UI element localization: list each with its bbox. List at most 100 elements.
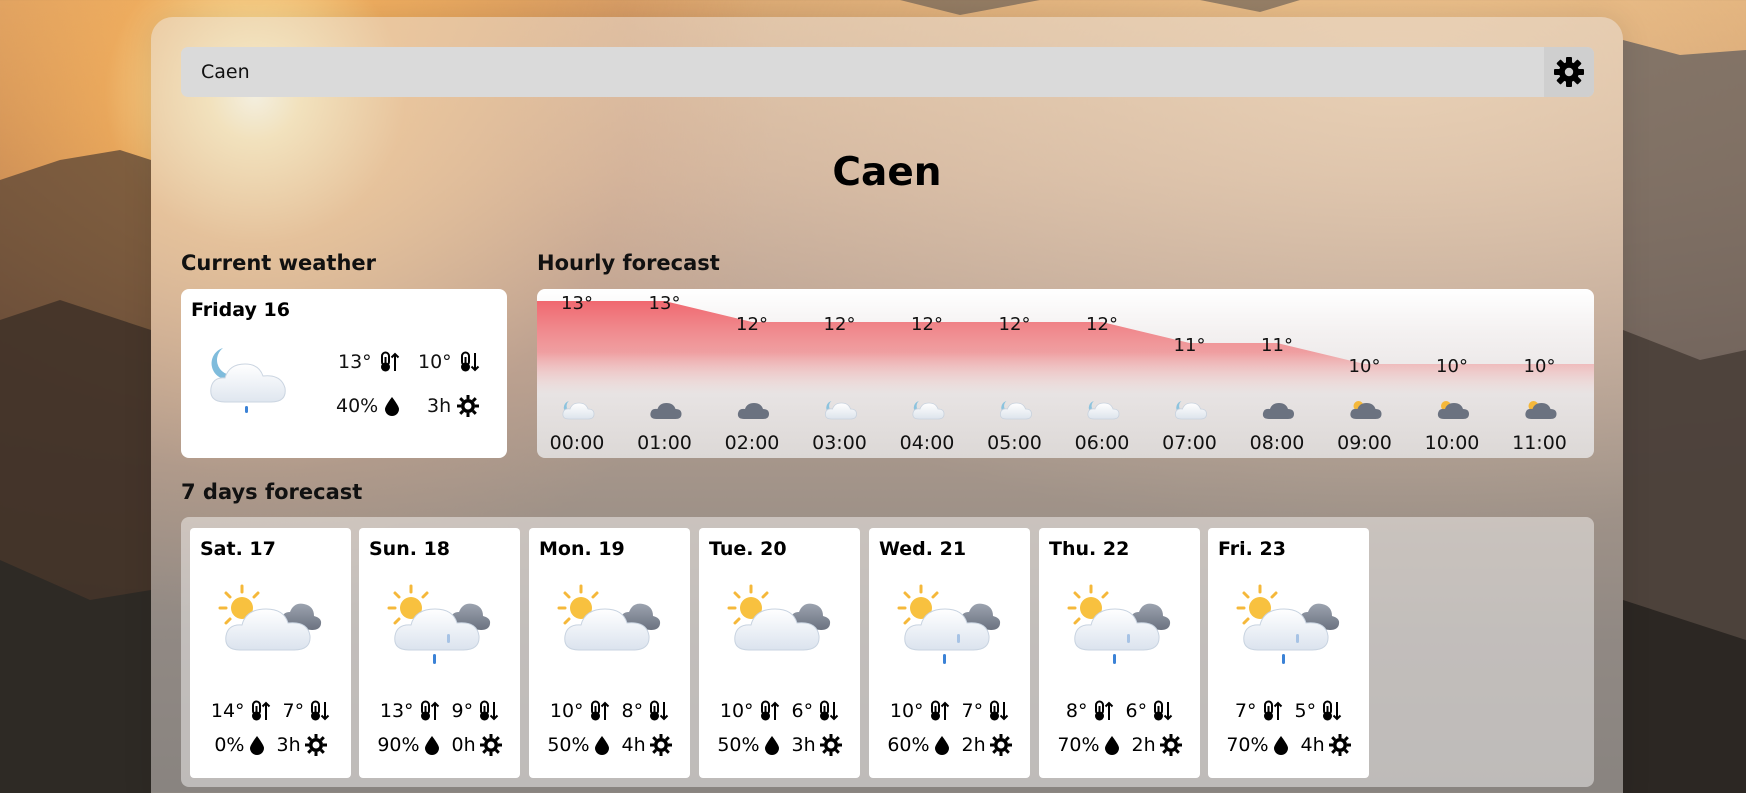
day-extra: 50% 3h xyxy=(699,734,860,756)
hourly-time-label: 00:00 xyxy=(550,432,605,454)
hourly-temperature-chart: 13° 13° 12° 12° 12° 12° 12° 11° 11° 10° 10° 10° 00:… xyxy=(537,293,1594,454)
day-forecast-card: Wed. 21 10° 7° 60% 2h xyxy=(869,528,1030,778)
day-sunshine: 3h xyxy=(277,734,327,756)
thermometer-up-icon xyxy=(760,700,779,721)
droplet-icon xyxy=(594,736,609,755)
day-sunshine: 3h xyxy=(792,734,842,756)
sun-icon xyxy=(649,734,672,756)
day-sunshine: 4h xyxy=(1301,734,1351,756)
partly-cloudy-night-icon xyxy=(999,401,1032,420)
hourly-temp-label: 13° xyxy=(649,293,681,314)
hourly-temp-label: 12° xyxy=(911,314,943,335)
partly-cloudy-day-icon xyxy=(557,584,661,651)
hourly-time-label: 04:00 xyxy=(900,432,955,454)
hourly-time-label: 11:00 xyxy=(1512,432,1567,454)
day-extra: 50% 4h xyxy=(529,734,690,756)
hourly-temperature-area xyxy=(537,301,1594,394)
sun-icon xyxy=(819,734,842,756)
day-precipitation: 60% xyxy=(887,734,949,756)
day-temps: 8° 6° xyxy=(1039,700,1200,722)
partly-cloudy-night-icon xyxy=(824,401,857,420)
hourly-time-label: 05:00 xyxy=(987,432,1042,454)
droplet-icon xyxy=(249,736,264,755)
day-max-temp: 10° xyxy=(550,700,610,722)
day-max-temp: 10° xyxy=(890,700,950,722)
day-sunshine: 0h xyxy=(452,734,502,756)
hourly-time-label: 02:00 xyxy=(725,432,780,454)
day-min-temp: 7° xyxy=(962,700,1010,722)
thermometer-up-icon xyxy=(380,351,399,372)
thermometer-down-icon xyxy=(311,700,330,721)
droplet-icon xyxy=(1273,736,1288,755)
day-min-temp: 6° xyxy=(1126,700,1174,722)
day-min-temp: 6° xyxy=(792,700,840,722)
current-weather-card: Friday 16 13° 10° 40% 3h xyxy=(181,289,507,458)
hourly-time-label: 03:00 xyxy=(812,432,867,454)
day-forecast-card: Sat. 17 14° 7° 0% 3h xyxy=(190,528,351,778)
day-precipitation: 90% xyxy=(377,734,439,756)
overcast-day-icon xyxy=(1525,401,1557,419)
day-forecast-card: Fri. 23 7° 5° 70% 4h xyxy=(1208,528,1369,778)
day-min-temp: 7° xyxy=(283,700,331,722)
day-name: Mon. 19 xyxy=(539,538,625,560)
day-sunshine: 2h xyxy=(1132,734,1182,756)
hourly-time-label: 10:00 xyxy=(1425,432,1480,454)
day-precipitation: 70% xyxy=(1226,734,1288,756)
hourly-temp-label: 10° xyxy=(1436,356,1468,377)
day-sunshine: 4h xyxy=(622,734,672,756)
thermometer-down-icon xyxy=(460,351,479,372)
partly-cloudy-night-icon xyxy=(562,401,595,420)
day-extra: 70% 4h xyxy=(1208,734,1369,756)
settings-button[interactable] xyxy=(1544,47,1594,97)
droplet-icon xyxy=(764,736,779,755)
day-max-temp: 10° xyxy=(720,700,780,722)
hourly-temp-label: 12° xyxy=(824,314,856,335)
thermometer-up-icon xyxy=(930,700,949,721)
hourly-temp-label: 11° xyxy=(1261,335,1293,356)
city-search-input[interactable] xyxy=(181,47,1544,97)
hourly-temp-label: 12° xyxy=(736,314,768,335)
day-extra: 0% 3h xyxy=(190,734,351,756)
day-extra: 90% 0h xyxy=(359,734,520,756)
day-precipitation: 50% xyxy=(547,734,609,756)
current-sunshine: 3h xyxy=(427,395,480,417)
partly-cloudy-night-drizzle-icon xyxy=(210,348,286,413)
day-max-temp: 14° xyxy=(211,700,271,722)
sun-icon xyxy=(989,734,1012,756)
day-temps: 10° 6° xyxy=(699,700,860,722)
hourly-temp-label: 10° xyxy=(1524,356,1556,377)
search-bar xyxy=(181,47,1594,97)
thermometer-down-icon xyxy=(480,700,499,721)
day-extra: 70% 2h xyxy=(1039,734,1200,756)
current-min-temp: 10° xyxy=(418,351,480,373)
hourly-time-label: 08:00 xyxy=(1250,432,1305,454)
thermometer-down-icon xyxy=(820,700,839,721)
day-temps: 13° 9° xyxy=(359,700,520,722)
day-max-temp: 8° xyxy=(1066,700,1114,722)
thermometer-down-icon xyxy=(650,700,669,721)
partly-cloudy-day-icon xyxy=(727,584,831,651)
overcast-day-icon xyxy=(1437,401,1469,419)
day-precipitation: 0% xyxy=(214,734,264,756)
hourly-time-label: 09:00 xyxy=(1337,432,1392,454)
droplet-icon xyxy=(424,736,439,755)
day-temps: 14° 7° xyxy=(190,700,351,722)
day-sunshine: 2h xyxy=(962,734,1012,756)
weekly-forecast-heading: 7 days forecast xyxy=(181,480,363,504)
day-min-temp: 5° xyxy=(1295,700,1343,722)
day-temps: 10° 7° xyxy=(869,700,1030,722)
day-name: Tue. 20 xyxy=(709,538,787,560)
day-forecast-card: Tue. 20 10° 6° 50% 3h xyxy=(699,528,860,778)
hourly-temp-label: 10° xyxy=(1349,356,1381,377)
hourly-time-label: 06:00 xyxy=(1075,432,1130,454)
droplet-icon xyxy=(385,397,400,416)
day-forecast-card: Thu. 22 8° 6° 70% 2h xyxy=(1039,528,1200,778)
hourly-temp-label: 11° xyxy=(1174,335,1206,356)
hourly-time-label: 01:00 xyxy=(637,432,692,454)
thermometer-up-icon xyxy=(590,700,609,721)
sun-icon xyxy=(479,734,502,756)
hourly-temp-label: 12° xyxy=(999,314,1031,335)
overcast-icon xyxy=(737,403,769,419)
hourly-forecast-heading: Hourly forecast xyxy=(537,251,720,275)
sun-icon xyxy=(1328,734,1351,756)
